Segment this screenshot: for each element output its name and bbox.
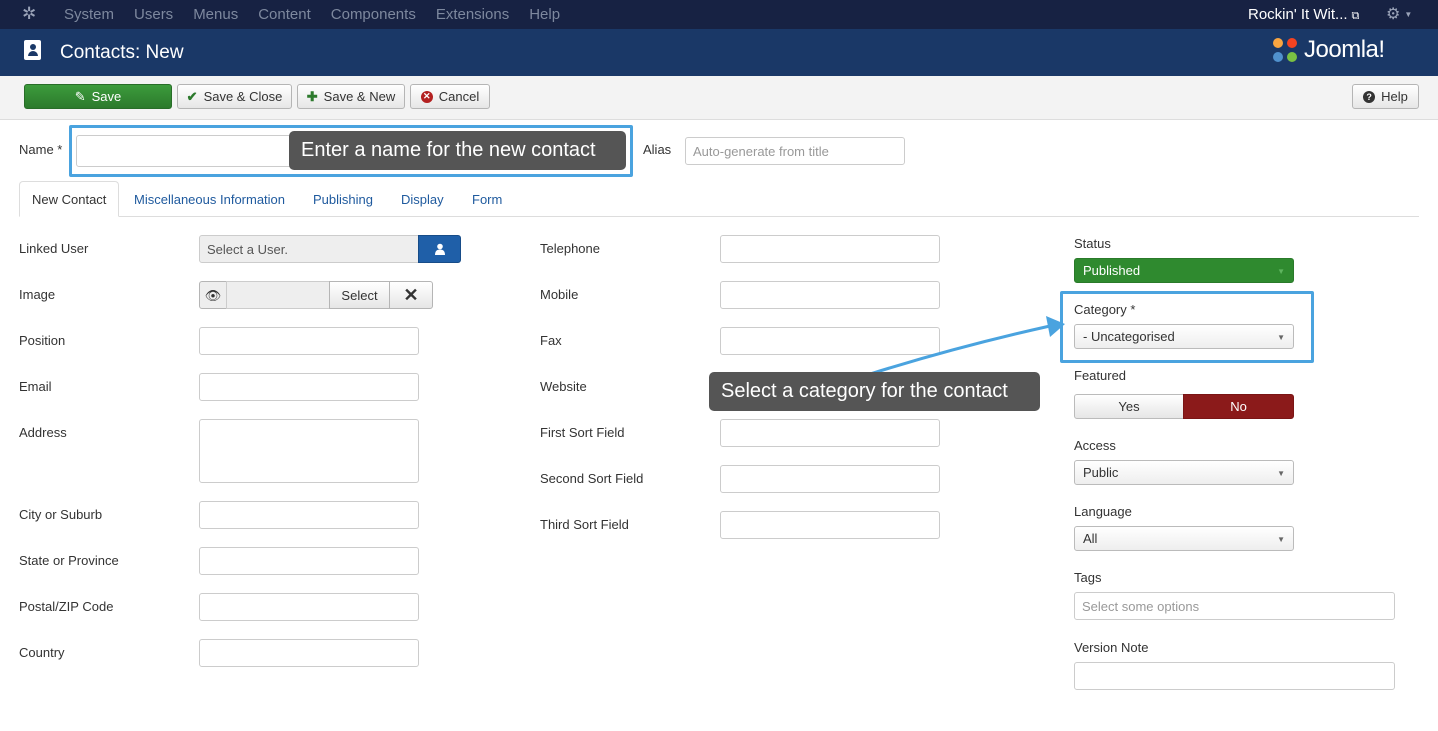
joomla-menu-icon[interactable]: ✲ [22,4,36,24]
linked-user-display: Select a User. [199,235,419,263]
state-label: State or Province [19,553,119,568]
menu-menus[interactable]: Menus [193,6,238,23]
state-input[interactable] [199,547,419,575]
help-button[interactable]: ? Help [1352,84,1419,109]
edit-icon: ✎ [74,89,86,104]
image-clear-button[interactable]: ✕ [389,281,433,309]
email-label: Email [19,379,52,394]
city-input[interactable] [199,501,419,529]
external-link-icon: ⧉ [1351,10,1360,22]
email-input[interactable] [199,373,419,401]
linked-user-label: Linked User [19,241,89,256]
image-preview-button[interactable]: 👁 [199,281,227,309]
version-note-label: Version Note [1074,640,1149,655]
site-link[interactable]: Rockin' It Wit... ⧉ [1248,6,1359,23]
top-menu: System Users Menus Content Components Ex… [64,6,560,23]
first-sort-input[interactable] [720,419,940,447]
save-button[interactable]: ✎ Save [24,84,172,109]
version-note-input[interactable] [1074,662,1395,690]
user-menu-gear-icon[interactable]: ⚙ ▼ [1386,4,1412,24]
image-label: Image [19,287,56,302]
site-name: Rockin' It Wit... [1248,6,1348,23]
third-sort-label: Third Sort Field [540,517,629,532]
first-sort-label: First Sort Field [540,425,625,440]
tab-display[interactable]: Display [401,181,444,217]
address-textarea[interactable] [199,419,419,483]
telephone-input[interactable] [720,235,940,263]
question-icon: ? [1363,90,1376,103]
tab-publishing[interactable]: Publishing [313,181,373,217]
user-icon [434,243,445,255]
language-label: Language [1074,504,1132,519]
tab-new-contact[interactable]: New Contact [19,181,120,217]
name-label: Name * [19,142,63,157]
position-label: Position [19,333,66,348]
featured-no-button[interactable]: No [1183,394,1294,419]
joomla-wordmark: Joomla! [1304,36,1385,63]
menu-help[interactable]: Help [529,6,560,23]
page-title: Contacts: New [60,42,184,63]
website-label: Website [540,379,587,394]
status-label: Status [1074,236,1111,251]
menu-extensions[interactable]: Extensions [436,6,509,23]
position-input[interactable] [199,327,419,355]
menu-users[interactable]: Users [134,6,173,23]
chevron-down-icon: ▼ [1404,10,1413,20]
page-header: Contacts: New Joomla! [0,29,1438,76]
second-sort-input[interactable] [720,465,940,493]
postal-label: Postal/ZIP Code [19,599,114,614]
third-sort-input[interactable] [720,511,940,539]
menu-system[interactable]: System [64,6,114,23]
country-label: Country [19,645,65,660]
address-label: Address [19,425,67,440]
action-toolbar: ✎ Save ✔ Save & Close ✚ Save & New ✕ Cancel … [0,76,1438,120]
featured-yes-button[interactable]: Yes [1074,394,1184,419]
close-icon: ✕ [403,284,419,305]
tags-label: Tags [1074,570,1102,585]
eye-icon: 👁 [204,287,222,303]
fax-label: Fax [540,333,562,348]
menu-components[interactable]: Components [331,6,416,23]
joomla-logo-icon [1273,38,1297,62]
alias-label: Alias [643,142,672,157]
menu-content[interactable]: Content [258,6,311,23]
second-sort-label: Second Sort Field [540,471,644,486]
postal-input[interactable] [199,593,419,621]
country-input[interactable] [199,639,419,667]
contact-book-icon [24,40,41,60]
chevron-down-icon: ▼ [1277,535,1285,544]
language-select[interactable]: All ▼ [1074,526,1294,551]
name-tooltip: Enter a name for the new contact [289,131,626,170]
featured-label: Featured [1074,368,1127,383]
chevron-down-icon: ▼ [1277,267,1285,276]
mobile-input[interactable] [720,281,940,309]
category-tooltip: Select a category for the contact [709,372,1040,411]
checkmark-icon: ✔ [186,89,198,104]
status-select[interactable]: Published ▼ [1074,258,1294,283]
access-label: Access [1074,438,1116,453]
category-highlight-frame [1060,291,1314,363]
admin-top-navbar: ✲ System Users Menus Content Components … [0,0,1438,29]
plus-icon: ✚ [306,89,318,104]
tab-miscellaneous-information[interactable]: Miscellaneous Information [134,181,285,217]
access-select[interactable]: Public ▼ [1074,460,1294,485]
select-user-button[interactable] [418,235,461,263]
image-path-display [226,281,330,309]
cancel-button[interactable]: ✕ Cancel [410,84,490,109]
city-label: City or Suburb [19,507,103,522]
alias-input[interactable] [685,137,905,165]
image-select-button[interactable]: Select [329,281,390,309]
cancel-circle-icon: ✕ [420,90,433,103]
form-tabs: New Contact Miscellaneous Information Pu… [19,181,1419,217]
chevron-down-icon: ▼ [1277,469,1285,478]
callout-arrow [869,316,1065,376]
save-new-button[interactable]: ✚ Save & New [297,84,405,109]
save-close-button[interactable]: ✔ Save & Close [177,84,292,109]
joomla-logo: Joomla! [1270,35,1385,65]
tags-input[interactable] [1074,592,1395,620]
mobile-label: Mobile [540,287,579,302]
telephone-label: Telephone [540,241,600,256]
tab-form[interactable]: Form [472,181,502,217]
